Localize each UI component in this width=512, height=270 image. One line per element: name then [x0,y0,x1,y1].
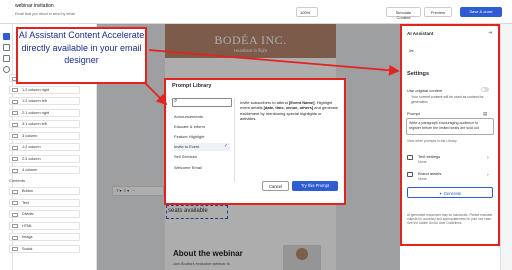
layout-item-label: 1:2 column [22,145,41,149]
save-close-button[interactable]: Save & close [460,7,502,17]
content-item[interactable]: HTML [9,221,80,230]
layout-item-label: 2:3 column [22,156,41,161]
layout-item[interactable]: 1:2 column [9,143,80,151]
layout-item-label: 4 column [22,168,38,172]
content-item-label: HTML [22,223,33,228]
preview-button[interactable]: Preview [424,7,452,17]
content-item-label: Button [22,189,33,193]
page-subtitle: Email that you about to send by email [15,12,75,16]
content-icon [12,247,18,251]
content-item-label: Divider [22,212,34,216]
add-content-icon[interactable] [3,33,10,40]
layout-icon [12,134,18,138]
contents-heading: Contents [9,178,26,183]
link-icon[interactable] [3,66,10,73]
content-icon [12,212,18,217]
layout-item[interactable]: 4 column [9,166,80,174]
layout-item[interactable]: 3 column [9,131,80,140]
simulate-content-button[interactable]: Simulate Content [386,7,421,20]
content-item[interactable]: Button [9,187,80,195]
content-item-label: Social [22,246,33,251]
content-icon [12,189,18,194]
content-item[interactable]: Image [9,233,80,241]
page-title: webinar invitation [15,3,54,9]
content-icon [12,235,18,240]
layout-item[interactable]: 3:1 column left [9,120,80,128]
content-item-label: Image [22,235,33,239]
layout-icon [12,99,18,104]
layout-icon [12,145,18,150]
layout-icon [12,122,18,127]
assets-icon[interactable] [3,44,10,51]
annotation-text: AI Assistant Content Accelerate directly… [18,30,145,65]
ai-panel-highlight-box [400,24,500,246]
right-icon-rail [500,24,512,270]
layout-item[interactable]: 2:3 column [9,154,80,163]
content-item-label: Text [22,200,29,205]
layout-item[interactable]: 1:2 column left [9,97,80,105]
layout-item[interactable]: 1:2 column right [9,85,80,94]
layout-icon [12,157,18,161]
layout-item-label: 2:1 column right [22,110,50,115]
layout-item-label: 1:2 column left [22,99,47,103]
content-icon [12,201,18,205]
layout-icon [12,88,18,92]
modal-highlight-box [164,78,346,205]
layout-item-label: 3 column [22,133,38,138]
layers-icon[interactable] [3,55,10,62]
layout-item-label: 3:1 column left [22,122,47,126]
zoom-select[interactable]: 100% [296,7,318,17]
content-item[interactable]: Social [9,244,80,253]
layout-icon [12,168,18,173]
layout-item[interactable]: 2:1 column right [9,108,80,117]
content-icon [12,224,18,228]
layout-item-label: 1:2 column right [22,87,50,92]
layout-icon [12,111,18,115]
content-item[interactable]: Text [9,198,80,207]
content-item[interactable]: Divider [9,210,80,218]
